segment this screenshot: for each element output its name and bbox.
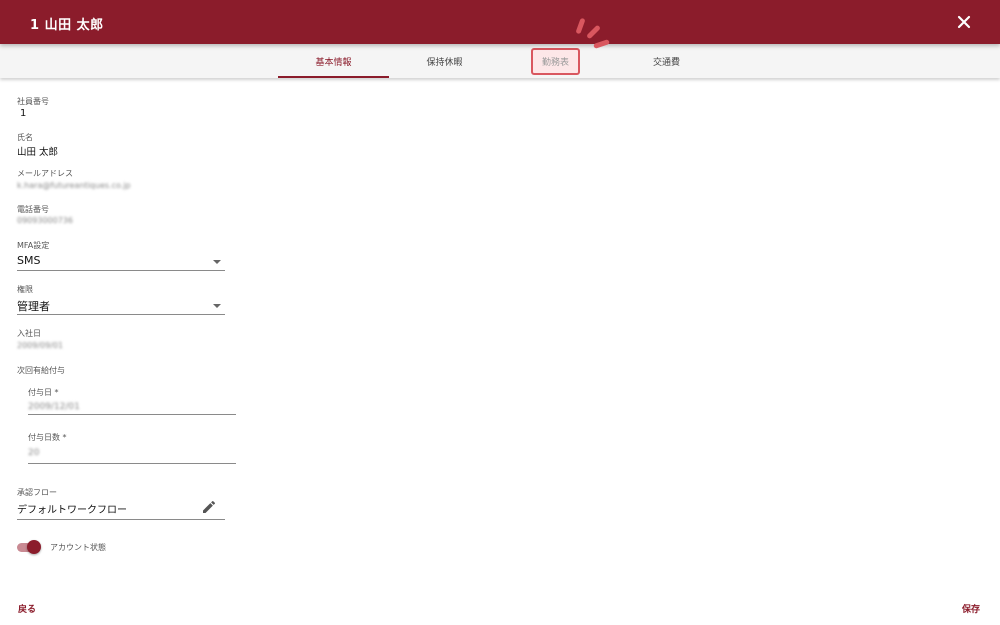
email-label: メールアドレス [17, 169, 73, 178]
close-icon [957, 15, 971, 29]
approval-flow-label: 承認フロー [17, 488, 57, 497]
save-button[interactable]: 保存 [962, 602, 980, 615]
approval-flow-value: デフォルトワークフロー [17, 505, 127, 516]
dialog-header: 1 山田 太郎 [0, 0, 1000, 44]
back-button[interactable]: 戻る [18, 602, 36, 615]
account-status-label: アカウント状態 [50, 543, 106, 552]
close-button[interactable] [952, 10, 976, 34]
email-value: k.hara@futureantiques.co.jp [17, 181, 131, 190]
next-leave-label: 次回有給付与 [17, 366, 65, 375]
account-status-toggle[interactable] [17, 540, 41, 554]
dialog-title: 1 山田 太郎 [30, 18, 104, 33]
employee-no-value: 1 [20, 108, 27, 119]
phone-value: 09093000736 [17, 216, 73, 225]
name-value: 山田 太郎 [17, 147, 59, 158]
role-label: 権限 [17, 285, 33, 294]
tab-transport-expense[interactable]: 交通費 [611, 44, 722, 78]
tab-timesheet[interactable]: 勤務表 [500, 44, 611, 78]
toggle-thumb [27, 540, 41, 554]
name-label: 氏名 [17, 133, 33, 142]
tab-label: 基本情報 [315, 57, 352, 68]
join-date-label: 入社日 [17, 329, 41, 338]
grant-days-label: 付与日数 * [28, 433, 67, 442]
approval-flow-field: デフォルトワークフロー [17, 498, 225, 520]
tab-label: 勤務表 [530, 47, 580, 75]
join-date-value: 2009/09/01 [17, 341, 64, 350]
grant-date-value: 2009/12/01 [28, 402, 80, 412]
employee-no-label: 社員番号 [17, 97, 49, 106]
caret-down-icon [213, 304, 221, 308]
mfa-selected-value: SMS [17, 254, 41, 267]
tab-bar: 基本情報 保持休暇 勤務表 交通費 [0, 44, 1000, 78]
grant-days-field[interactable]: 付与日数 * 20 [28, 432, 236, 464]
edit-approval-flow-button[interactable] [201, 499, 217, 515]
tab-label: 交通費 [652, 57, 680, 68]
role-selected-value: 管理者 [17, 300, 50, 313]
pencil-icon [203, 500, 216, 513]
grant-date-label: 付与日 * [28, 388, 59, 397]
role-select[interactable]: 管理者 [17, 295, 225, 315]
tab-basic-info[interactable]: 基本情報 [278, 44, 389, 78]
tab-leave-balance[interactable]: 保持休暇 [389, 44, 500, 78]
mfa-label: MFA設定 [17, 241, 50, 250]
tab-label: 保持休暇 [426, 57, 463, 68]
phone-label: 電話番号 [17, 205, 49, 214]
caret-down-icon [213, 260, 221, 264]
grant-date-field[interactable]: 付与日 * 2009/12/01 [28, 387, 236, 415]
mfa-select[interactable]: SMS [17, 251, 225, 271]
grant-days-value: 20 [28, 448, 40, 458]
